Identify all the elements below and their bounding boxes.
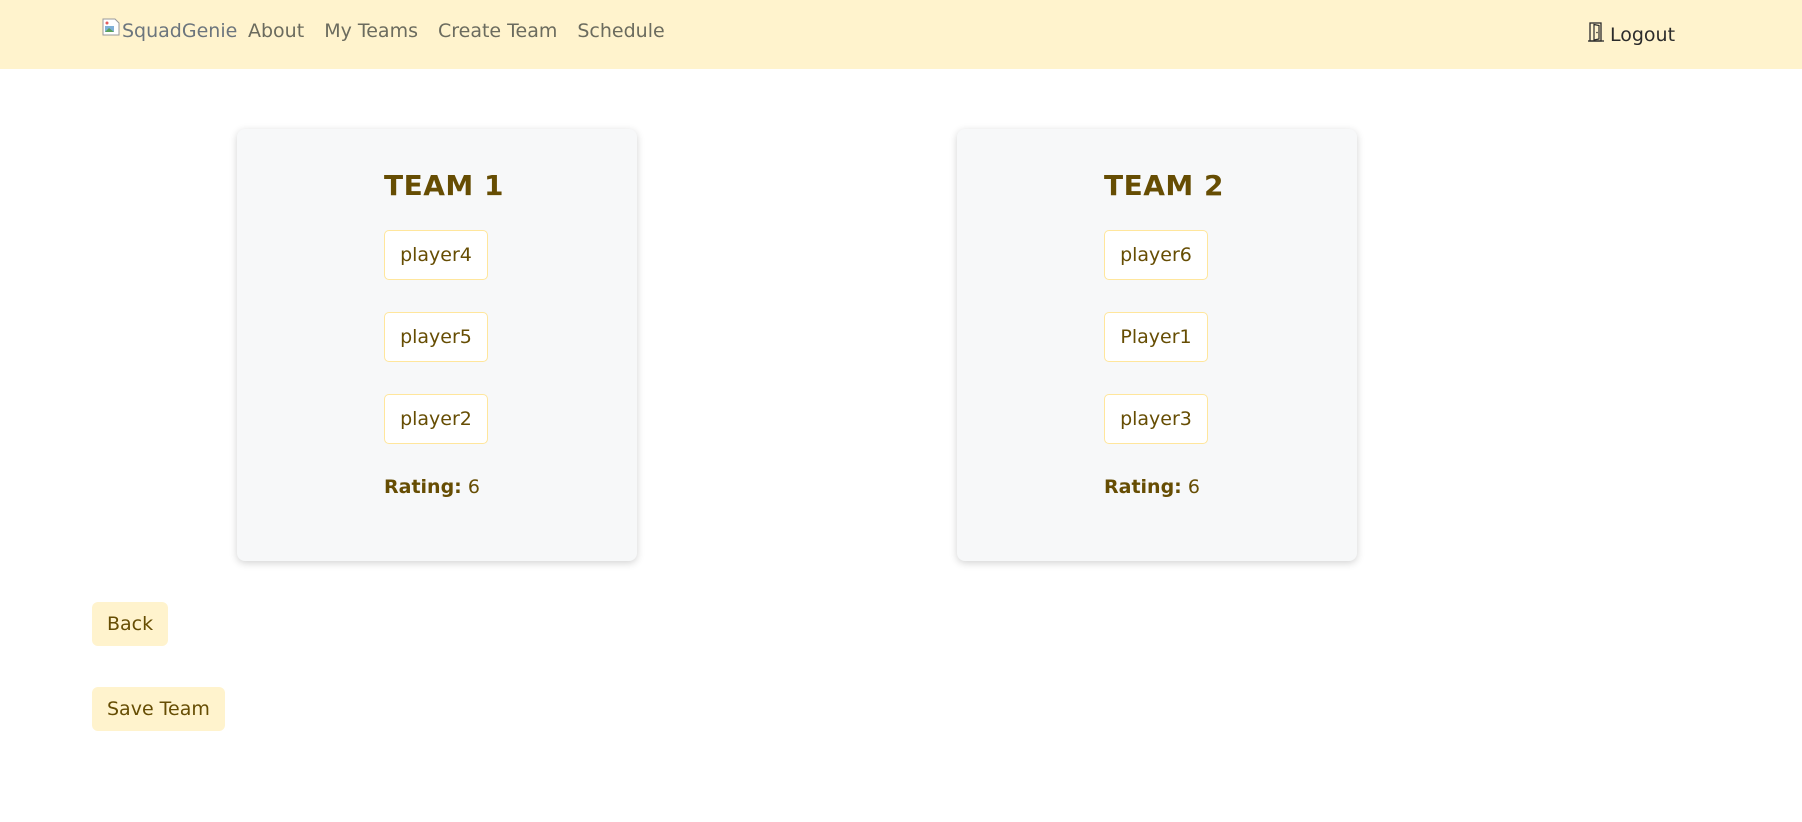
player-chip[interactable]: player2 (384, 394, 488, 444)
rating-value: 6 (1187, 476, 1200, 498)
broken-image-icon (101, 17, 121, 37)
rating-label: Rating: (384, 476, 462, 498)
player-chip[interactable]: Player1 (1104, 312, 1208, 362)
nav-link-about[interactable]: About (248, 20, 304, 42)
door-icon (1588, 22, 1604, 47)
team-rating: Rating: 6 (384, 476, 504, 498)
team-card-1: TEAM 1 player4 player5 player2 Rating: 6 (237, 129, 637, 561)
brand-alt-text: SquadGenie (122, 20, 238, 42)
brand-logo[interactable]: SquadGenie (101, 17, 238, 42)
player-chip[interactable]: player3 (1104, 394, 1208, 444)
nav-link-schedule[interactable]: Schedule (577, 20, 664, 42)
logout-button[interactable]: Logout (1588, 22, 1675, 47)
logout-label: Logout (1610, 23, 1676, 46)
team-title: TEAM 2 (1104, 169, 1224, 202)
nav-link-create-team[interactable]: Create Team (438, 20, 557, 42)
rating-label: Rating: (1104, 476, 1182, 498)
player-chip[interactable]: player4 (384, 230, 488, 280)
back-button[interactable]: Back (92, 602, 169, 646)
team-title: TEAM 1 (384, 169, 504, 202)
save-team-button[interactable]: Save Team (92, 687, 225, 731)
player-chip[interactable]: player6 (1104, 230, 1208, 280)
navbar: SquadGenie About My Teams Create Team Sc… (0, 0, 1802, 69)
team-rating: Rating: 6 (1104, 476, 1224, 498)
rating-value: 6 (467, 476, 480, 498)
nav-link-my-teams[interactable]: My Teams (324, 20, 418, 42)
player-chip[interactable]: player5 (384, 312, 488, 362)
team-card-2: TEAM 2 player6 Player1 player3 Rating: 6 (957, 129, 1357, 561)
nav-links: About My Teams Create Team Schedule (248, 20, 665, 42)
